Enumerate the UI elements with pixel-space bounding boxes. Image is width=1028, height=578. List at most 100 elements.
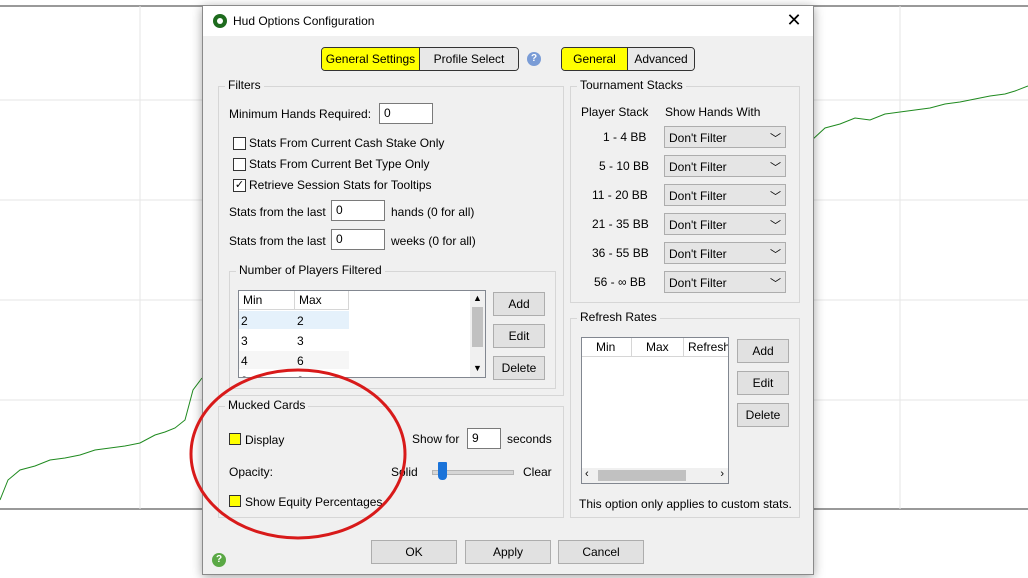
show-for-input[interactable]: 9 — [467, 428, 501, 449]
scroll-thumb[interactable] — [598, 470, 686, 481]
players-delete-button[interactable]: Delete — [493, 356, 545, 380]
tournament-stacks-group: Tournament Stacks Player Stack Show Hand… — [570, 78, 800, 303]
table-row[interactable]: 2 2 — [239, 311, 349, 329]
chevron-down-icon: ﹀ — [770, 133, 781, 145]
stack-filter-select[interactable]: Don't Filter ﹀ — [664, 242, 786, 264]
tab-general[interactable]: General — [562, 48, 628, 70]
players-add-button[interactable]: Add — [493, 292, 545, 316]
show-for-label: Show for — [412, 432, 460, 446]
apply-button[interactable]: Apply — [465, 540, 551, 564]
refresh-add-button[interactable]: Add — [737, 339, 789, 363]
equity-checkbox[interactable] — [229, 495, 241, 507]
hands-suffix: hands (0 for all) — [391, 205, 475, 219]
weeks-input[interactable]: 0 — [331, 229, 385, 250]
chart-line-left — [0, 377, 203, 501]
stack-filter-select[interactable]: Don't Filter ﹀ — [664, 155, 786, 177]
bet-type-checkbox[interactable] — [233, 158, 246, 171]
chevron-down-icon: ﹀ — [770, 278, 781, 290]
table-row[interactable]: 3 3 — [239, 331, 349, 349]
column-min[interactable]: Min — [239, 291, 295, 309]
opacity-slider-thumb[interactable] — [437, 462, 447, 480]
stack-filter-select[interactable]: Don't Filter ﹀ — [664, 184, 786, 206]
hands-prefix: Stats from the last — [229, 205, 326, 219]
row-min: 3 — [241, 334, 248, 348]
help-icon[interactable]: ? — [527, 52, 541, 66]
stack-label: 5 - 10 BB — [599, 159, 650, 173]
hands-input[interactable]: 0 — [331, 200, 385, 221]
mucked-label: Mucked Cards — [225, 398, 309, 412]
session-stats-checkbox[interactable]: ✓ — [233, 179, 246, 192]
tab-general-settings[interactable]: General Settings — [322, 48, 420, 70]
stack-label: 56 - ∞ BB — [594, 275, 646, 289]
table-row[interactable]: 4 6 — [239, 351, 349, 369]
chevron-down-icon: ﹀ — [770, 162, 781, 174]
column-refresh[interactable]: Refresh — [684, 338, 728, 356]
column-max[interactable]: Max — [295, 291, 349, 309]
min-hands-label: Minimum Hands Required: — [229, 107, 372, 121]
cash-stake-label: Stats From Current Cash Stake Only — [249, 136, 445, 150]
show-hands-header: Show Hands With — [665, 105, 761, 119]
slider-solid-label: Solid — [391, 465, 418, 479]
refresh-list[interactable]: Min Max Refresh ‹ › — [581, 337, 729, 484]
display-label: Display — [245, 433, 285, 447]
player-stack-header: Player Stack — [581, 105, 649, 119]
app-icon — [213, 14, 227, 28]
cancel-button[interactable]: Cancel — [558, 540, 644, 564]
chevron-down-icon: ﹀ — [770, 220, 781, 232]
stack-label: 1 - 4 BB — [603, 130, 647, 144]
select-value: Don't Filter — [669, 276, 727, 290]
weeks-suffix: weeks (0 for all) — [391, 234, 476, 248]
refresh-delete-button[interactable]: Delete — [737, 403, 789, 427]
column-min[interactable]: Min — [582, 338, 632, 356]
chevron-down-icon: ﹀ — [770, 191, 781, 203]
row-max: 2 — [297, 314, 304, 328]
table-row[interactable]: 9 9 — [239, 371, 349, 377]
select-value: Don't Filter — [669, 218, 727, 232]
select-value: Don't Filter — [669, 131, 727, 145]
players-label: Number of Players Filtered — [236, 263, 385, 277]
help-icon[interactable]: ? — [212, 553, 226, 567]
equity-label: Show Equity Percentages — [245, 495, 383, 509]
weeks-prefix: Stats from the last — [229, 234, 326, 248]
seconds-label: seconds — [507, 432, 552, 446]
tab-profile-select[interactable]: Profile Select — [420, 48, 518, 70]
settings-tabs: General Settings Profile Select — [321, 47, 519, 71]
players-edit-button[interactable]: Edit — [493, 324, 545, 348]
window-title: Hud Options Configuration — [233, 14, 375, 28]
refresh-edit-button[interactable]: Edit — [737, 371, 789, 395]
chevron-down-icon: ﹀ — [770, 249, 781, 261]
stack-filter-select[interactable]: Don't Filter ﹀ — [664, 213, 786, 235]
close-icon[interactable]: ✕ — [783, 9, 805, 31]
refresh-note: This option only applies to custom stats… — [579, 497, 792, 511]
tournament-label: Tournament Stacks — [577, 78, 686, 92]
refresh-hscrollbar[interactable]: ‹ › — [582, 468, 728, 483]
slider-clear-label: Clear — [523, 465, 552, 479]
scroll-left-icon[interactable]: ‹ — [585, 468, 589, 480]
cash-stake-checkbox[interactable] — [233, 137, 246, 150]
scroll-thumb[interactable] — [472, 307, 483, 347]
scroll-up-icon[interactable]: ▲ — [473, 293, 482, 303]
scroll-down-icon[interactable]: ▼ — [473, 363, 482, 373]
row-max: 3 — [297, 334, 304, 348]
players-group: Number of Players Filtered Min Max 2 2 3… — [229, 263, 556, 389]
title-bar: Hud Options Configuration ✕ — [203, 6, 813, 36]
row-min: 2 — [241, 314, 248, 328]
stack-filter-select[interactable]: Don't Filter ﹀ — [664, 126, 786, 148]
bet-type-label: Stats From Current Bet Type Only — [249, 157, 430, 171]
ok-button[interactable]: OK — [371, 540, 457, 564]
column-max[interactable]: Max — [632, 338, 684, 356]
hud-options-dialog: Hud Options Configuration ✕ General Sett… — [202, 5, 814, 575]
stack-label: 36 - 55 BB — [592, 246, 649, 260]
stack-filter-select[interactable]: Don't Filter ﹀ — [664, 271, 786, 293]
min-hands-input[interactable]: 0 — [379, 103, 433, 124]
stack-label: 11 - 20 BB — [592, 188, 648, 202]
select-value: Don't Filter — [669, 247, 727, 261]
players-scrollbar[interactable]: ▲ ▼ — [470, 291, 485, 377]
row-max: 6 — [297, 354, 304, 368]
mode-tabs: General Advanced — [561, 47, 695, 71]
scroll-right-icon[interactable]: › — [720, 468, 724, 480]
tab-advanced[interactable]: Advanced — [628, 48, 694, 70]
players-list[interactable]: Min Max 2 2 3 3 4 6 9 9 — [238, 290, 486, 378]
display-checkbox[interactable] — [229, 433, 241, 445]
refresh-rates-group: Refresh Rates Min Max Refresh ‹ › Add Ed… — [570, 310, 800, 518]
